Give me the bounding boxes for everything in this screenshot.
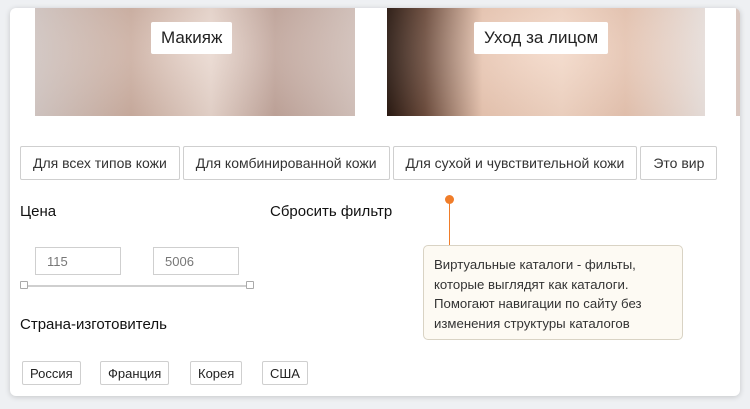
country-usa[interactable]: США xyxy=(262,361,308,385)
price-min-input[interactable]: 115 xyxy=(35,247,121,275)
country-title: Страна-изготовитель xyxy=(20,316,167,333)
banner-makeup[interactable]: Макияж xyxy=(35,8,355,116)
banner-makeup-label: Макияж xyxy=(151,22,233,54)
tag-virtual[interactable]: Это вир xyxy=(640,146,718,180)
country-korea[interactable]: Корея xyxy=(190,361,243,385)
annotation-line xyxy=(449,203,450,245)
catalog-card: Макияж Уход за лицом Для всех типов кожи… xyxy=(10,8,740,396)
reset-filter-link[interactable]: Сбросить фильтр xyxy=(270,203,392,220)
tag-dry-sensitive-skin[interactable]: Для сухой и чувствительной кожи xyxy=(392,146,638,180)
price-slider-max-handle[interactable] xyxy=(246,281,254,289)
tag-all-skin-types[interactable]: Для всех типов кожи xyxy=(20,146,180,180)
banner-face-care[interactable]: Уход за лицом xyxy=(387,8,705,116)
annotation-tooltip: Виртуальные каталоги - фильты, которые в… xyxy=(423,245,683,340)
price-slider-min-handle[interactable] xyxy=(20,281,28,289)
country-france[interactable]: Франция xyxy=(100,361,170,385)
price-slider-track[interactable] xyxy=(24,285,250,287)
banner-face-care-label: Уход за лицом xyxy=(474,22,609,54)
price-title: Цена xyxy=(20,203,57,220)
next-banner-edge xyxy=(736,8,740,116)
country-russia[interactable]: Россия xyxy=(22,361,81,385)
tag-combination-skin[interactable]: Для комбинированной кожи xyxy=(182,146,390,180)
filter-tags: Для всех типов кожи Для комбинированной к… xyxy=(20,146,720,180)
price-max-input[interactable]: 5006 xyxy=(153,247,239,275)
